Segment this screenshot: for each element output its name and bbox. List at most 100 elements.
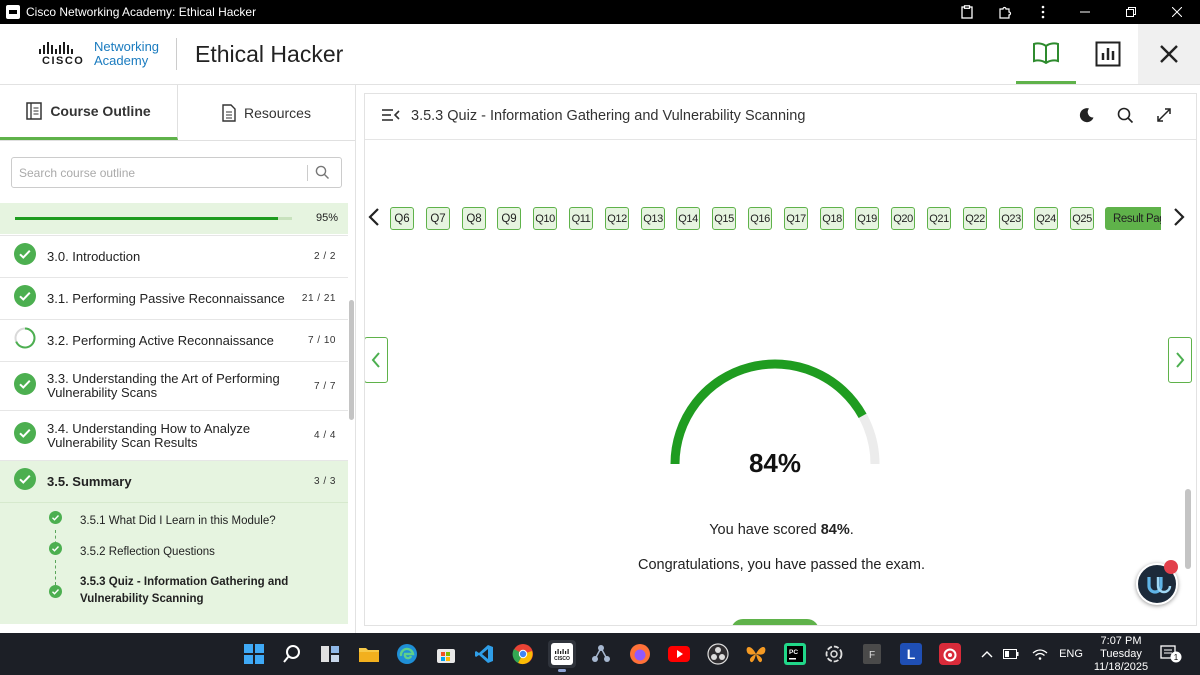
- tab-resources[interactable]: Resources: [178, 85, 355, 140]
- question-tab-q15[interactable]: Q15: [712, 207, 736, 230]
- pass-message: Congratulations, you have passed the exa…: [638, 557, 925, 573]
- network-app-icon[interactable]: [587, 640, 615, 668]
- module-item[interactable]: 3.3. Understanding the Art of Performing…: [0, 361, 348, 410]
- question-tab-q24[interactable]: Q24: [1034, 207, 1058, 230]
- wifi-icon[interactable]: [1026, 648, 1054, 660]
- chrome-icon[interactable]: [509, 640, 537, 668]
- course-content-button[interactable]: [1016, 24, 1076, 84]
- task-view-icon[interactable]: [316, 640, 344, 668]
- cisco-bars-icon: [39, 42, 73, 54]
- chevron-left-icon: [371, 352, 380, 368]
- question-tab-q21[interactable]: Q21: [927, 207, 951, 230]
- content-scrollbar[interactable]: [1185, 489, 1191, 569]
- more-options-icon[interactable]: [1024, 0, 1062, 24]
- window-title-bar: Cisco Networking Academy: Ethical Hacker: [0, 0, 1200, 24]
- firefox-icon[interactable]: [626, 640, 654, 668]
- open-book-icon: [1033, 41, 1059, 64]
- youtube-icon[interactable]: [665, 640, 693, 668]
- close-window-button[interactable]: [1154, 0, 1200, 24]
- subitem[interactable]: 3.5.1 What Did I Learn in this Module?: [0, 511, 348, 533]
- score-message: You have scored 84%.: [709, 522, 854, 538]
- question-tab-q14[interactable]: Q14: [676, 207, 700, 230]
- question-tab-q18[interactable]: Q18: [820, 207, 844, 230]
- logo-netacad-text: Networking Academy: [94, 39, 160, 68]
- grades-button[interactable]: [1078, 24, 1138, 84]
- question-tab-q8[interactable]: Q8: [462, 207, 486, 230]
- butterfly-app-icon[interactable]: [742, 640, 770, 668]
- sidebar-scrollbar[interactable]: [348, 300, 355, 633]
- module-item[interactable]: 3.2. Performing Active Reconnaissance 7 …: [0, 319, 348, 361]
- question-tab-q25[interactable]: Q25: [1070, 207, 1094, 230]
- edge-icon[interactable]: [393, 640, 421, 668]
- question-tab-q12[interactable]: Q12: [605, 207, 629, 230]
- collapse-menu-icon[interactable]: [382, 108, 400, 127]
- result-page-tab[interactable]: Result Page: [1105, 207, 1161, 230]
- app-header: CISCO Networking Academy Ethical Hacker: [0, 24, 1200, 85]
- system-tray: ENG: [978, 633, 1088, 675]
- module-item[interactable]: 3.4. Understanding How to Analyze Vulner…: [0, 410, 348, 460]
- f-app-icon[interactable]: F: [858, 640, 886, 668]
- search-icon[interactable]: [1117, 107, 1134, 129]
- complete-check-icon: [49, 542, 62, 560]
- module-item[interactable]: 3.0. Introduction 2 / 2: [0, 235, 348, 277]
- recorder-app-icon[interactable]: [936, 640, 964, 668]
- cisco-app-icon[interactable]: CISCO: [548, 640, 576, 672]
- search-icon[interactable]: [278, 640, 306, 668]
- svg-text:CISCO: CISCO: [554, 656, 570, 662]
- subitem-active[interactable]: 3.5.3 Quiz - Information Gathering and V…: [0, 573, 348, 613]
- quiz-title: 3.5.3 Quiz - Information Gathering and V…: [411, 108, 806, 124]
- chevron-left-icon[interactable]: [367, 207, 381, 232]
- file-explorer-icon[interactable]: [355, 640, 383, 668]
- extensions-icon[interactable]: [986, 0, 1024, 24]
- pycharm-icon[interactable]: PC: [781, 640, 809, 668]
- continue-button[interactable]: [731, 619, 819, 625]
- chatgpt-icon[interactable]: [820, 640, 848, 668]
- vscode-icon[interactable]: [470, 640, 498, 668]
- outline-search-input[interactable]: [12, 158, 302, 187]
- question-tab-q19[interactable]: Q19: [855, 207, 879, 230]
- search-icon[interactable]: [315, 165, 330, 185]
- module-item-current[interactable]: 3.5. Summary 3 / 3: [0, 460, 348, 502]
- chevron-up-icon[interactable]: [978, 650, 996, 658]
- course-outline-sidebar: Course Outline Resources 95% 3.0. Introd…: [0, 85, 356, 633]
- sidebar-tabs: Course Outline Resources: [0, 85, 355, 141]
- question-tab-q9[interactable]: Q9: [497, 207, 521, 230]
- question-tab-q16[interactable]: Q16: [748, 207, 772, 230]
- question-tab-q11[interactable]: Q11: [569, 207, 593, 230]
- start-icon[interactable]: [240, 640, 268, 668]
- language-indicator[interactable]: ENG: [1054, 648, 1088, 660]
- clipboard-icon[interactable]: [948, 0, 986, 24]
- question-tab-q6[interactable]: Q6: [390, 207, 414, 230]
- svg-text:F: F: [869, 650, 875, 661]
- chevron-right-icon[interactable]: [1172, 207, 1186, 232]
- close-course-button[interactable]: [1138, 24, 1200, 84]
- question-tab-q10[interactable]: Q10: [533, 207, 557, 230]
- question-tab-q23[interactable]: Q23: [999, 207, 1023, 230]
- next-page-button[interactable]: [1168, 337, 1192, 383]
- notification-icon[interactable]: 1: [1160, 645, 1182, 668]
- battery-icon[interactable]: [996, 649, 1026, 659]
- cisco-netacad-logo[interactable]: CISCO Networking Academy: [38, 39, 160, 70]
- store-icon[interactable]: [432, 640, 460, 668]
- previous-page-button[interactable]: [365, 337, 388, 383]
- minimize-button[interactable]: [1062, 0, 1108, 24]
- l-app-icon[interactable]: L: [897, 640, 925, 668]
- question-tab-q20[interactable]: Q20: [891, 207, 915, 230]
- restore-button[interactable]: [1108, 0, 1154, 24]
- header-divider: [176, 38, 177, 70]
- chevron-right-icon: [1176, 352, 1185, 368]
- question-tab-q7[interactable]: Q7: [426, 207, 450, 230]
- window-title: Cisco Networking Academy: Ethical Hacker: [26, 5, 257, 19]
- dark-mode-icon[interactable]: [1079, 107, 1095, 128]
- fullscreen-icon[interactable]: [1156, 107, 1172, 128]
- obs-icon[interactable]: [704, 640, 732, 668]
- app-icon: [6, 5, 20, 19]
- question-tab-q17[interactable]: Q17: [784, 207, 808, 230]
- subitem[interactable]: 3.5.2 Reflection Questions: [0, 542, 348, 564]
- question-tab-q22[interactable]: Q22: [963, 207, 987, 230]
- complete-check-icon: [49, 585, 62, 603]
- module-item[interactable]: 3.1. Performing Passive Reconnaissance 2…: [0, 277, 348, 319]
- question-tab-q13[interactable]: Q13: [641, 207, 665, 230]
- clock[interactable]: 7:07 PM Tuesday 11/18/2025: [1090, 635, 1152, 674]
- tab-course-outline[interactable]: Course Outline: [0, 85, 178, 140]
